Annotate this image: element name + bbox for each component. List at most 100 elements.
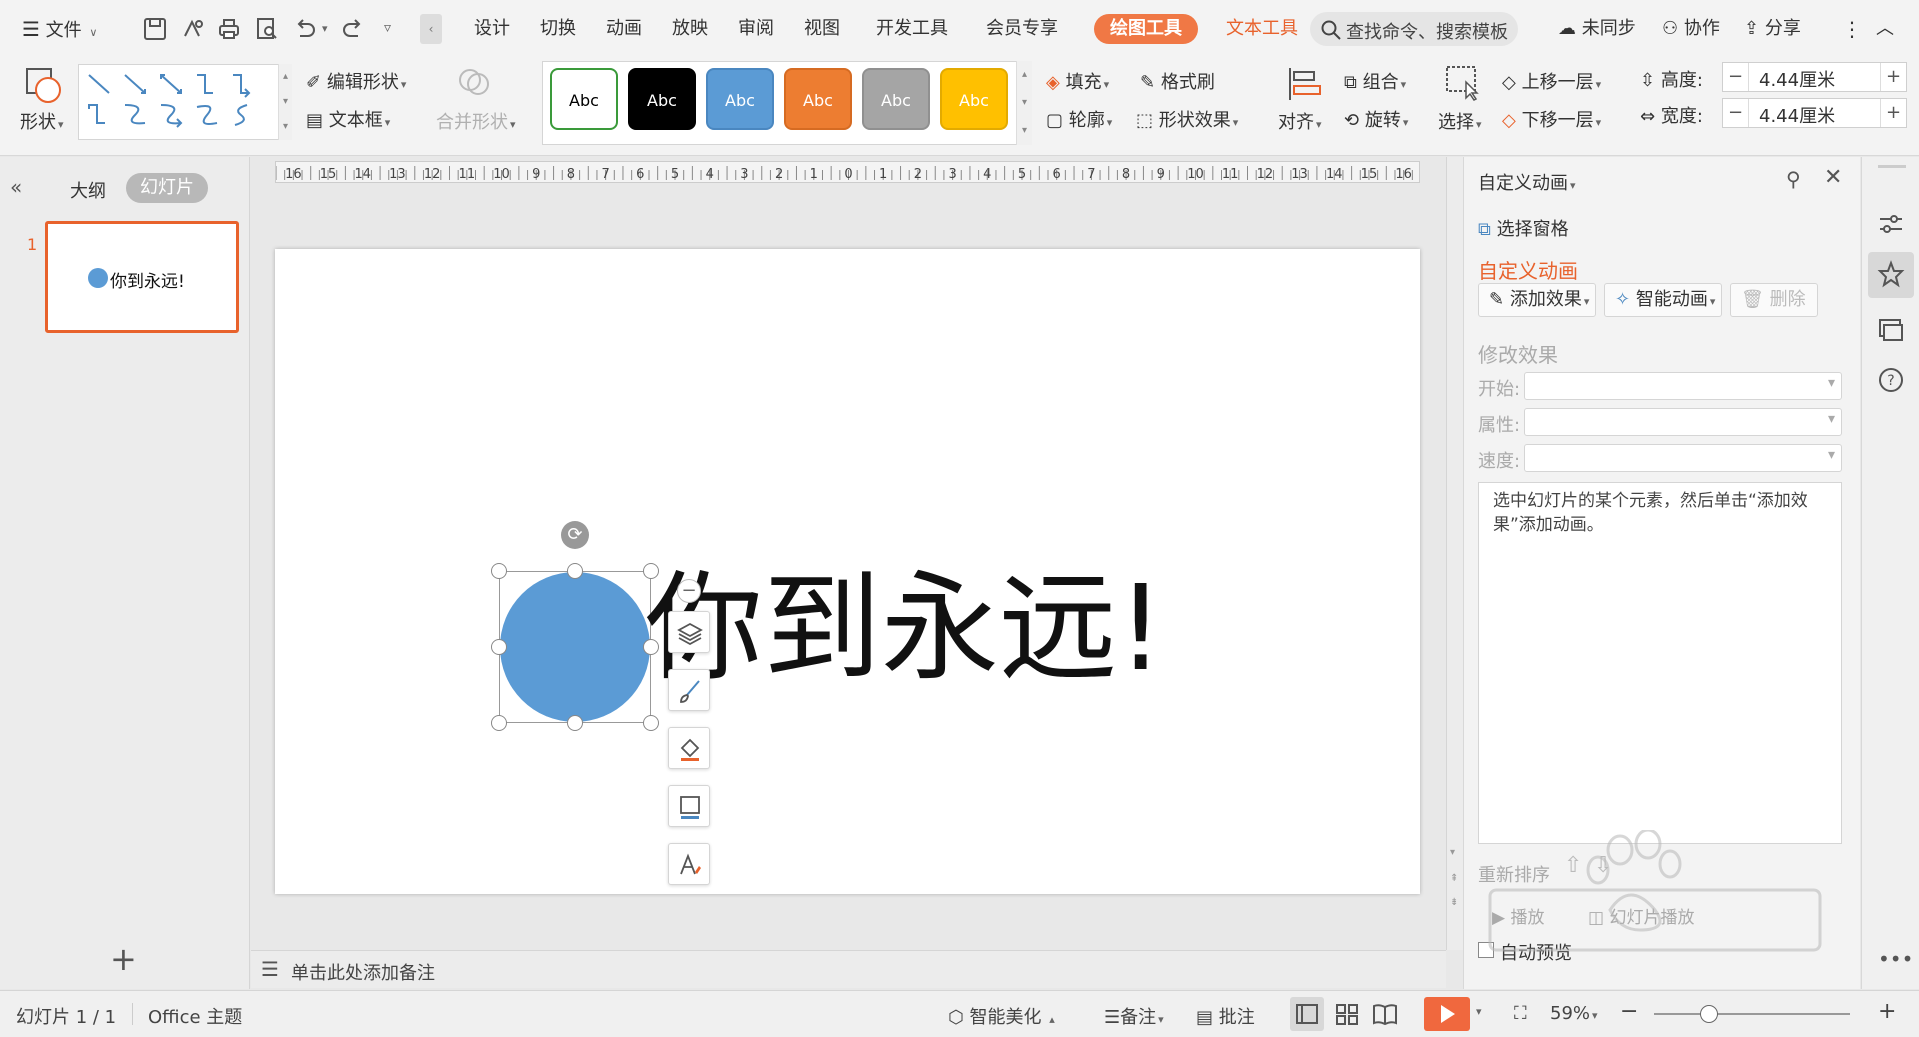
- format-output-icon[interactable]: [180, 16, 206, 42]
- align-icon[interactable]: [1286, 66, 1322, 102]
- outline-button[interactable]: ▢ 轮廓 ▾: [1046, 106, 1112, 132]
- more-rail-icon[interactable]: •••: [1878, 947, 1913, 971]
- resize-handle-left[interactable]: [491, 639, 507, 655]
- shape-style-swatch[interactable]: Abc: [628, 68, 696, 130]
- resize-handle-top[interactable]: [567, 563, 583, 579]
- share-button[interactable]: ⇪ 分享: [1744, 14, 1801, 44]
- tab-review[interactable]: 审阅: [738, 14, 774, 44]
- vertical-scrollbar[interactable]: ▾ ⇞ ⇟: [1446, 157, 1463, 950]
- add-effect-button[interactable]: ✎ 添加效果 ▾: [1478, 283, 1596, 317]
- collapse-panel-icon[interactable]: «: [10, 175, 22, 199]
- undo-dropdown-icon[interactable]: ▾: [322, 22, 328, 35]
- more-options-icon[interactable]: ⋮: [1842, 14, 1862, 44]
- resize-handle-bottom-left[interactable]: [491, 715, 507, 731]
- width-value[interactable]: 4.44厘米: [1759, 102, 1835, 128]
- select-button[interactable]: 选择 ▾: [1438, 108, 1482, 134]
- print-preview-icon[interactable]: [254, 16, 280, 42]
- pin-icon[interactable]: ⚲: [1786, 167, 1801, 191]
- gallery-scroll-icon[interactable]: ▴ ▾ ▾: [278, 64, 292, 140]
- resize-handle-right[interactable]: [643, 639, 659, 655]
- smart-animation-button[interactable]: ✧ 智能动画 ▾: [1604, 283, 1722, 317]
- shape-gallery[interactable]: [78, 64, 292, 140]
- width-decrease-button[interactable]: −: [1723, 99, 1749, 127]
- sync-status-button[interactable]: ☁ 未同步: [1558, 14, 1636, 44]
- next-slide-icon[interactable]: ⇟: [1450, 897, 1458, 908]
- width-increase-button[interactable]: +: [1880, 99, 1906, 127]
- tab-text-tools[interactable]: 文本工具: [1226, 14, 1298, 44]
- height-decrease-button[interactable]: −: [1723, 63, 1749, 91]
- slideshow-dropdown-icon[interactable]: ▾: [1476, 1005, 1482, 1018]
- notes-toggle-button[interactable]: ☰备注 ▾: [1104, 1003, 1164, 1029]
- comments-button[interactable]: ▤ 批注: [1196, 1003, 1255, 1029]
- scroll-down-icon[interactable]: ▾: [1450, 847, 1455, 858]
- play-slideshow-button[interactable]: [1424, 997, 1470, 1031]
- bring-forward-button[interactable]: ◇ 上移一层 ▾: [1502, 68, 1601, 94]
- redo-icon[interactable]: [340, 16, 366, 42]
- shape-style-swatch[interactable]: Abc: [550, 68, 618, 130]
- tab-slides[interactable]: 幻灯片: [126, 173, 208, 203]
- fill-tool-button[interactable]: [668, 727, 710, 769]
- animation-list[interactable]: 选中幻灯片的某个元素，然后单击“添加效果”添加动画。: [1478, 482, 1842, 844]
- zoom-slider-track[interactable]: [1654, 1013, 1850, 1015]
- shape-icon[interactable]: [24, 66, 64, 106]
- height-stepper[interactable]: − 4.44厘米 +: [1722, 62, 1907, 92]
- slide-transition-icon[interactable]: [1874, 313, 1908, 347]
- fit-window-icon[interactable]: ⛶: [1514, 1003, 1527, 1024]
- resize-handle-top-left[interactable]: [491, 563, 507, 579]
- tab-member[interactable]: 会员专享: [986, 14, 1058, 44]
- previous-slide-icon[interactable]: ⇞: [1450, 873, 1458, 884]
- animation-star-icon[interactable]: [1874, 258, 1908, 292]
- tab-transition[interactable]: 切换: [540, 14, 576, 44]
- theme-name[interactable]: Office 主题: [148, 1003, 242, 1029]
- resize-handle-bottom[interactable]: [567, 715, 583, 731]
- collapse-ribbon-icon[interactable]: ︿: [1876, 14, 1894, 44]
- rotate-handle-icon[interactable]: ⟳: [561, 521, 589, 549]
- tab-slideshow[interactable]: 放映: [672, 14, 708, 44]
- reading-view-button[interactable]: [1368, 997, 1402, 1031]
- slide-thumbnail[interactable]: 你到永远!: [45, 221, 239, 333]
- notes-bar[interactable]: ☰ 单击此处添加备注: [251, 950, 1446, 988]
- smart-beautify-button[interactable]: ⬡ 智能美化 ▴: [948, 1003, 1055, 1029]
- selection-pane-link[interactable]: ⧉ 选择窗格: [1478, 215, 1569, 241]
- normal-view-button[interactable]: [1290, 997, 1324, 1031]
- style-brush-tool-button[interactable]: [668, 669, 710, 711]
- format-painter-button[interactable]: ✎ 格式刷: [1140, 68, 1215, 94]
- collapse-toolbar-icon[interactable]: −: [677, 579, 701, 603]
- auto-preview-checkbox[interactable]: 自动预览: [1478, 939, 1572, 965]
- send-backward-button[interactable]: ◇ 下移一层 ▾: [1502, 106, 1601, 132]
- fill-button[interactable]: ◈ 填充 ▾: [1046, 68, 1109, 94]
- resize-handle-top-right[interactable]: [643, 563, 659, 579]
- select-icon[interactable]: [1444, 64, 1482, 102]
- customize-qat-icon[interactable]: ▿: [384, 20, 391, 36]
- rotate-button[interactable]: ⟲ 旋转 ▾: [1344, 106, 1408, 132]
- undo-icon[interactable]: [292, 16, 318, 42]
- group-button[interactable]: ⧉ 组合 ▾: [1344, 68, 1406, 94]
- width-stepper[interactable]: − 4.44厘米 +: [1722, 98, 1907, 128]
- tab-drawing-tools[interactable]: 绘图工具: [1094, 14, 1198, 44]
- shape-style-swatch[interactable]: Abc: [940, 68, 1008, 130]
- zoom-slider-thumb[interactable]: [1700, 1005, 1718, 1023]
- pane-title-dropdown[interactable]: 自定义动画 ▾: [1478, 169, 1576, 195]
- textbox-button[interactable]: ▤ 文本框 ▾: [306, 106, 390, 132]
- scroll-left-icon[interactable]: ‹: [420, 14, 442, 44]
- add-slide-button[interactable]: +: [110, 943, 137, 975]
- speed-select[interactable]: [1524, 444, 1842, 472]
- property-select[interactable]: [1524, 408, 1842, 436]
- slide-canvas[interactable]: 你到永远! ⟳ −: [275, 249, 1420, 894]
- resize-handle-bottom-right[interactable]: [643, 715, 659, 731]
- outline-tool-button[interactable]: [668, 785, 710, 827]
- slide-sorter-button[interactable]: [1330, 997, 1364, 1031]
- edit-shape-button[interactable]: ✐ 编辑形状 ▾: [306, 68, 406, 94]
- slide-title-text[interactable]: 你到永远!: [645, 569, 1164, 687]
- zoom-level[interactable]: 59% ▾: [1550, 1003, 1598, 1024]
- text-style-tool-button[interactable]: [668, 843, 710, 885]
- tab-view[interactable]: 视图: [804, 14, 840, 44]
- file-menu-button[interactable]: ☰ 文件 ∨: [22, 14, 97, 44]
- zoom-out-button[interactable]: −: [1620, 999, 1638, 1024]
- shape-style-swatch[interactable]: Abc: [862, 68, 930, 130]
- tab-developer[interactable]: 开发工具: [876, 14, 948, 44]
- zoom-in-button[interactable]: +: [1878, 999, 1896, 1024]
- shape-effects-button[interactable]: ⬚ 形状效果 ▾: [1136, 106, 1238, 132]
- help-icon[interactable]: ?: [1874, 363, 1908, 397]
- search-box[interactable]: 查找命令、搜索模板: [1310, 12, 1518, 46]
